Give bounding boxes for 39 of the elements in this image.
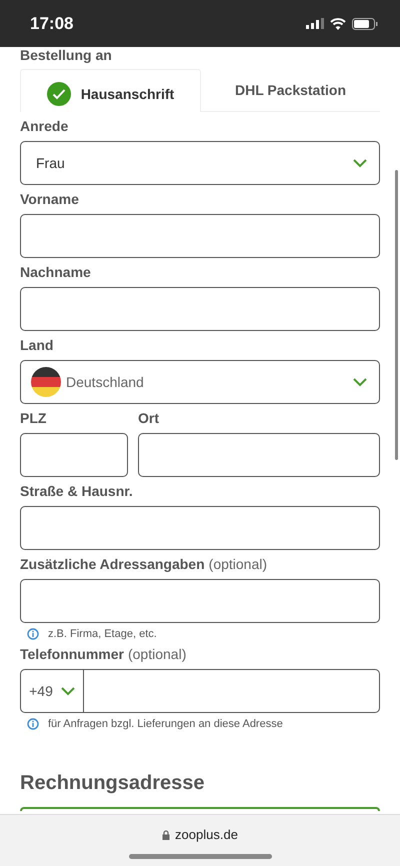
input-field[interactable] bbox=[20, 579, 380, 623]
field-label: Anrede bbox=[20, 118, 68, 134]
field-label: Zusätzliche Adressangaben bbox=[20, 556, 205, 572]
field-label: Telefonnummer bbox=[20, 646, 124, 662]
select-field[interactable]: Deutschland bbox=[20, 360, 380, 404]
input-field[interactable] bbox=[20, 214, 380, 258]
input-field[interactable] bbox=[138, 433, 380, 477]
selection-card[interactable] bbox=[20, 807, 380, 811]
field-label: Vorname bbox=[20, 191, 79, 207]
info-icon bbox=[27, 718, 39, 730]
clock-time: 17:08 bbox=[30, 14, 74, 34]
hint-text: für Anfragen bzgl. Lieferungen an diese Adresse bbox=[48, 718, 283, 730]
select-field[interactable]: Frau bbox=[20, 141, 380, 185]
flag-icon bbox=[31, 367, 61, 397]
field-label: Nachname bbox=[20, 264, 91, 280]
section-heading: Rechnungsadresse bbox=[20, 772, 206, 795]
signal-icon bbox=[306, 18, 324, 29]
lock-icon bbox=[162, 830, 170, 840]
section-title: Bestellung an bbox=[20, 47, 113, 65]
input-field[interactable] bbox=[20, 506, 380, 550]
wifi-icon bbox=[330, 18, 346, 30]
hint-text: z.B. Firma, Etage, etc. bbox=[48, 628, 157, 640]
chevron-down-icon bbox=[353, 158, 367, 168]
input-field[interactable] bbox=[20, 287, 380, 331]
field-label: Straße & Hausnr. bbox=[20, 483, 133, 499]
field-label: PLZ bbox=[20, 410, 46, 426]
chevron-down-icon bbox=[353, 378, 367, 386]
url-text: zooplus.de bbox=[175, 827, 238, 842]
check-circle-icon bbox=[46, 82, 71, 106]
optional-note: (optional) bbox=[128, 646, 186, 662]
tab[interactable]: Hausanschrift bbox=[20, 69, 201, 112]
select-value: Deutschland bbox=[66, 374, 144, 390]
info-icon bbox=[27, 628, 39, 640]
field-label: Land bbox=[20, 337, 54, 353]
field-label: Ort bbox=[138, 410, 159, 426]
input-field[interactable] bbox=[20, 433, 128, 477]
select-value: Frau bbox=[36, 155, 65, 171]
optional-note: (optional) bbox=[208, 556, 268, 572]
battery-icon bbox=[352, 18, 378, 30]
